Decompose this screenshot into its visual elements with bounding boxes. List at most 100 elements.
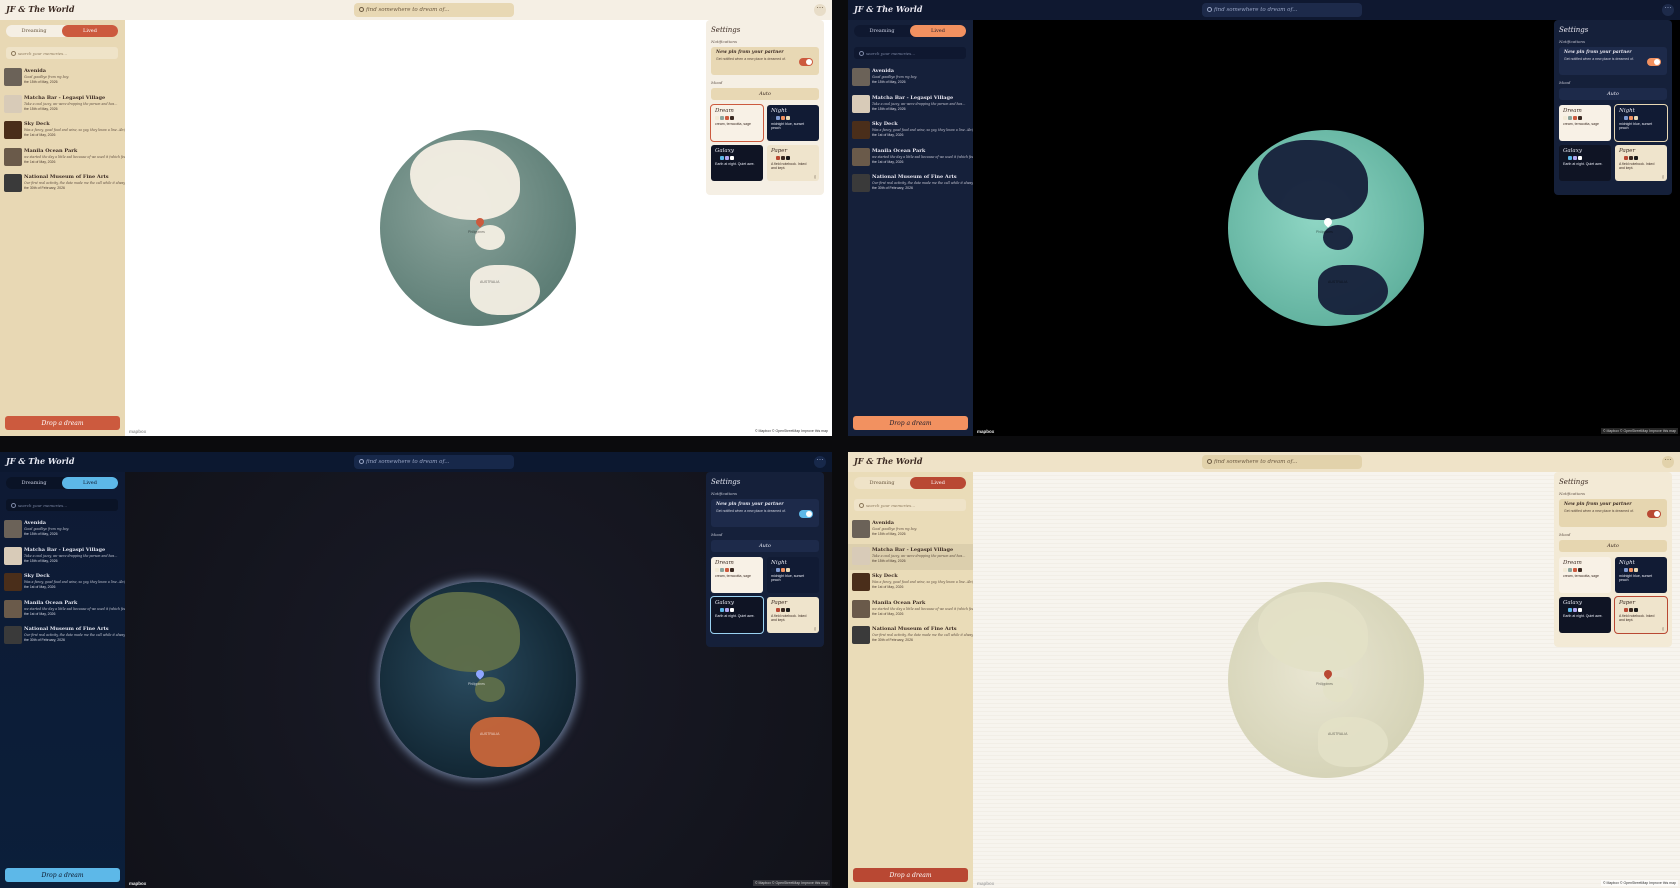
list-item[interactable]: National Museum of Fine Arts Our first re… bbox=[848, 171, 973, 198]
tab-lived[interactable]: Lived bbox=[910, 477, 966, 489]
auto-mood-button[interactable]: Auto bbox=[711, 540, 819, 552]
tab-dreaming[interactable]: Dreaming bbox=[6, 477, 62, 489]
theme-swatches bbox=[1563, 156, 1607, 160]
theme-card-dream[interactable]: Dream cream, terracotta, sage bbox=[711, 557, 763, 593]
more-options-button[interactable]: ⋯ bbox=[1662, 4, 1674, 16]
place-search-placeholder: find somewhere to dream of... bbox=[366, 7, 450, 13]
list-item[interactable]: Manila Ocean Park we started the day a li… bbox=[0, 145, 125, 172]
bookmark-icon: ▯ bbox=[1662, 627, 1664, 631]
map-pin[interactable] bbox=[1324, 218, 1332, 228]
list-item[interactable]: Avenida Good goodbye from my boy. the 15th… bbox=[0, 65, 125, 92]
list-item[interactable]: National Museum of Fine Arts Our first re… bbox=[848, 623, 973, 650]
memory-search-input[interactable]: search your memories... bbox=[854, 47, 966, 59]
list-item[interactable]: Avenida Good goodbye from my boy. the 15th… bbox=[848, 517, 973, 544]
tab-dreaming[interactable]: Dreaming bbox=[854, 477, 910, 489]
theme-card-night[interactable]: Night midnight blue, sunset peach bbox=[1614, 104, 1668, 142]
map-attribution[interactable]: © Mapbox © OpenStreetMap Improve this ma… bbox=[752, 428, 830, 434]
landmass bbox=[410, 140, 520, 220]
theme-card-galaxy[interactable]: Galaxy Earth at night. Quiet awe. bbox=[710, 596, 764, 634]
list-item[interactable]: Sky Deck Was a fancy, good food and wine,… bbox=[848, 118, 973, 145]
list-item[interactable]: Matcha Bar - Legaspi Village Take a cool … bbox=[848, 543, 973, 570]
color-swatch bbox=[776, 156, 780, 160]
more-options-button[interactable]: ⋯ bbox=[1662, 456, 1674, 468]
theme-card-paper[interactable]: Paper A field notebook. Inked and kept. ▯ bbox=[1615, 145, 1667, 181]
memory-desc: Was a fancy, good food and wine, so yay,… bbox=[24, 580, 125, 584]
color-swatch bbox=[1568, 156, 1572, 160]
mode-toggle[interactable]: Dreaming Lived bbox=[854, 25, 966, 37]
globe[interactable]: Philippines AUSTRALIA bbox=[1228, 582, 1424, 778]
landmass bbox=[1258, 140, 1368, 220]
theme-card-galaxy[interactable]: Galaxy Earth at night. Quiet awe. bbox=[711, 145, 763, 181]
tab-lived[interactable]: Lived bbox=[910, 25, 966, 37]
map-pin[interactable] bbox=[1324, 670, 1332, 680]
list-item[interactable]: Matcha Bar - Legaspi Village Take a cool … bbox=[0, 92, 125, 119]
memory-search-input[interactable]: search your memories... bbox=[6, 47, 118, 59]
notification-toggle[interactable] bbox=[1647, 58, 1661, 66]
auto-mood-button[interactable]: Auto bbox=[1559, 88, 1667, 100]
map-attribution[interactable]: © Mapbox © OpenStreetMap Improve this ma… bbox=[1600, 880, 1678, 886]
memory-thumbnail bbox=[852, 520, 870, 538]
theme-card-paper[interactable]: Paper A field notebook. Inked and kept. ▯ bbox=[767, 145, 819, 181]
tab-lived[interactable]: Lived bbox=[62, 25, 118, 37]
theme-card-dream[interactable]: Dream cream, terracotta, sage bbox=[1559, 105, 1611, 141]
auto-mood-button[interactable]: Auto bbox=[711, 88, 819, 100]
place-search-input[interactable]: find somewhere to dream of... bbox=[1202, 3, 1362, 17]
memory-desc: Good goodbye from my boy. bbox=[24, 527, 69, 531]
drop-a-dream-button[interactable]: Drop a dream bbox=[853, 868, 968, 882]
theme-name: Paper bbox=[1619, 148, 1636, 154]
theme-card-galaxy[interactable]: Galaxy Earth at night. Quiet awe. bbox=[1559, 597, 1611, 633]
list-item[interactable]: National Museum of Fine Arts Our first re… bbox=[0, 623, 125, 650]
theme-card-paper[interactable]: Paper A field notebook. Inked and kept. ▯ bbox=[1614, 596, 1668, 634]
map-label-philippines: Philippines bbox=[468, 682, 485, 686]
list-item[interactable]: Avenida Good goodbye from my boy. the 15th… bbox=[848, 65, 973, 92]
list-item[interactable]: Sky Deck Was a fancy, good food and wine,… bbox=[0, 118, 125, 145]
auto-mood-button[interactable]: Auto bbox=[1559, 540, 1667, 552]
globe[interactable]: Philippines AUSTRALIA bbox=[380, 582, 576, 778]
mode-toggle[interactable]: Dreaming Lived bbox=[6, 477, 118, 489]
list-item[interactable]: Manila Ocean Park we started the day a li… bbox=[848, 597, 973, 624]
list-item[interactable]: National Museum of Fine Arts Our first re… bbox=[0, 171, 125, 198]
theme-card-galaxy[interactable]: Galaxy Earth at night. Quiet awe. bbox=[1559, 145, 1611, 181]
memory-search-input[interactable]: search your memories... bbox=[854, 499, 966, 511]
map-attribution[interactable]: © Mapbox © OpenStreetMap Improve this ma… bbox=[1600, 428, 1678, 434]
list-item[interactable]: Sky Deck Was a fancy, good food and wine,… bbox=[0, 570, 125, 597]
globe[interactable]: Philippines AUSTRALIA bbox=[380, 130, 576, 326]
list-item[interactable]: Avenida Good goodbye from my boy. the 15th… bbox=[0, 517, 125, 544]
theme-card-night[interactable]: Night midnight blue, sunset peach bbox=[1615, 557, 1667, 593]
theme-card-dream[interactable]: Dream cream, terracotta, sage bbox=[1559, 557, 1611, 593]
tab-lived[interactable]: Lived bbox=[62, 477, 118, 489]
mode-toggle[interactable]: Dreaming Lived bbox=[854, 477, 966, 489]
list-item[interactable]: Manila Ocean Park we started the day a li… bbox=[848, 145, 973, 172]
place-search-input[interactable]: find somewhere to dream of... bbox=[1202, 455, 1362, 469]
notification-toggle[interactable] bbox=[799, 510, 813, 518]
list-item[interactable]: Manila Ocean Park we started the day a li… bbox=[0, 597, 125, 624]
color-swatch bbox=[786, 608, 790, 612]
mode-toggle[interactable]: Dreaming Lived bbox=[6, 25, 118, 37]
more-options-button[interactable]: ⋯ bbox=[814, 4, 826, 16]
more-options-button[interactable]: ⋯ bbox=[814, 456, 826, 468]
notification-title: New pin from your partner bbox=[1564, 50, 1632, 55]
drop-a-dream-button[interactable]: Drop a dream bbox=[5, 416, 120, 430]
list-item[interactable]: Sky Deck Was a fancy, good food and wine,… bbox=[848, 570, 973, 597]
globe[interactable]: Philippines AUSTRALIA bbox=[1228, 130, 1424, 326]
place-search-input[interactable]: find somewhere to dream of... bbox=[354, 3, 514, 17]
map-pin[interactable] bbox=[476, 670, 484, 680]
list-item[interactable]: Matcha Bar - Legaspi Village Take a cool … bbox=[848, 92, 973, 119]
notification-toggle[interactable] bbox=[799, 58, 813, 66]
theme-card-night[interactable]: Night midnight blue, sunset peach bbox=[767, 557, 819, 593]
tab-dreaming[interactable]: Dreaming bbox=[6, 25, 62, 37]
theme-card-paper[interactable]: Paper A field notebook. Inked and kept. ▯ bbox=[767, 597, 819, 633]
theme-card-night[interactable]: Night midnight blue, sunset peach bbox=[767, 105, 819, 141]
tab-dreaming[interactable]: Dreaming bbox=[854, 25, 910, 37]
map-attribution[interactable]: © Mapbox © OpenStreetMap Improve this ma… bbox=[752, 880, 830, 886]
memory-desc: we started the day a little sad because … bbox=[872, 154, 973, 159]
notification-toggle[interactable] bbox=[1647, 510, 1661, 518]
map-pin[interactable] bbox=[476, 218, 484, 228]
drop-a-dream-button[interactable]: Drop a dream bbox=[853, 416, 968, 430]
memory-search-input[interactable]: search your memories... bbox=[6, 499, 118, 511]
theme-card-dream[interactable]: Dream cream, terracotta, sage bbox=[710, 104, 764, 142]
theme-swatches bbox=[1563, 568, 1607, 572]
drop-a-dream-button[interactable]: Drop a dream bbox=[5, 868, 120, 882]
place-search-input[interactable]: find somewhere to dream of... bbox=[354, 455, 514, 469]
list-item[interactable]: Matcha Bar - Legaspi Village Take a cool … bbox=[0, 544, 125, 571]
